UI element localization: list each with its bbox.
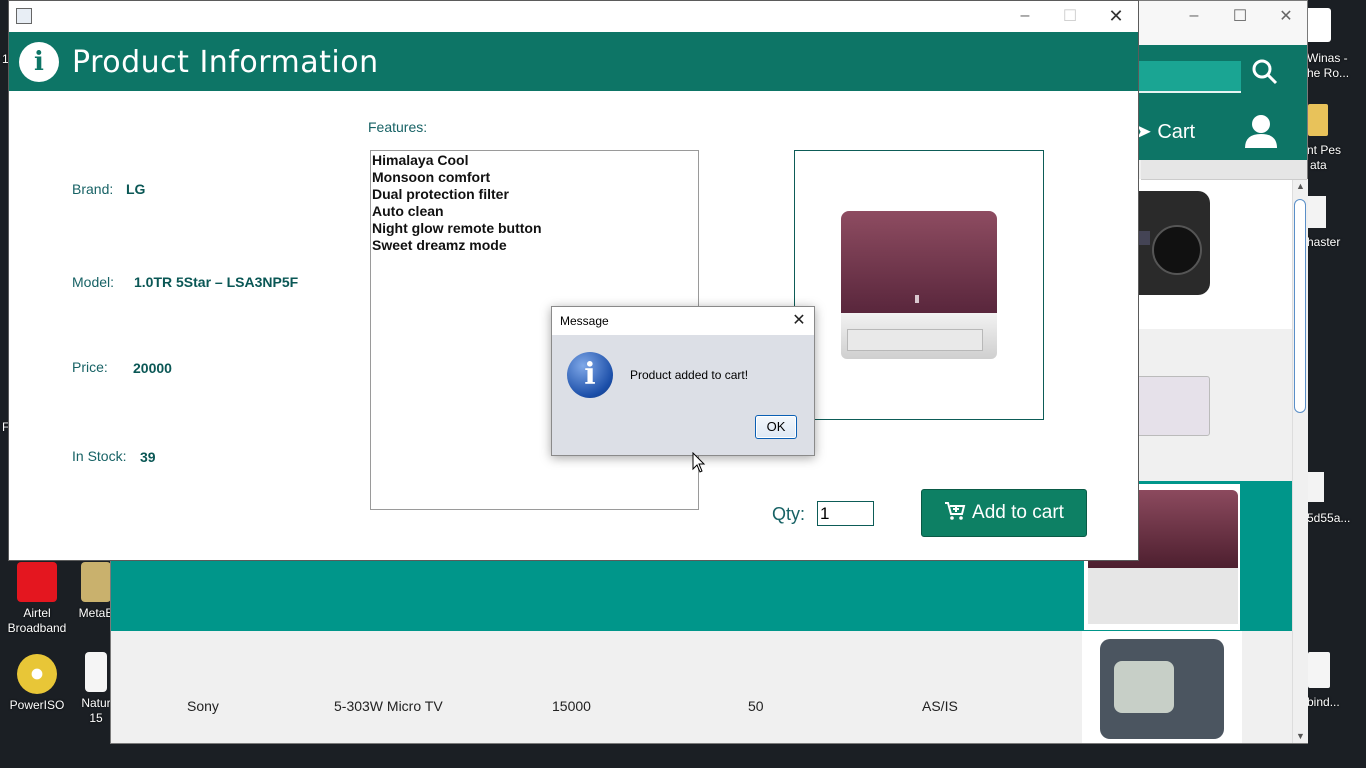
dialog-title: Message [560, 314, 609, 328]
java-icon[interactable] [1308, 652, 1330, 688]
list-header-strip [1141, 160, 1307, 180]
scroll-thumb[interactable] [1294, 199, 1306, 413]
stock-label: In Stock: [72, 448, 127, 464]
info-icon: i [19, 42, 59, 82]
airtel-icon [17, 562, 57, 602]
desktop-label-winas: Winas - [1307, 51, 1348, 65]
shortcut-icon [85, 652, 107, 692]
qty-label: Qty: [772, 504, 806, 524]
file-icon[interactable] [1308, 472, 1324, 502]
desktop-label-master: haster [1307, 235, 1341, 249]
desktop-label-ata: ata [1310, 158, 1327, 172]
dialog-body: i Product added to cart! OK [552, 335, 814, 455]
desktop-icon-airtel[interactable]: Airtel Broadband [5, 562, 69, 636]
scrollbar[interactable]: ▲ ▼ [1292, 179, 1308, 743]
add-to-cart-label: Add to cart [972, 502, 1064, 523]
feature-item: Himalaya Cool [372, 152, 469, 168]
table-row[interactable]: Sony 5-303W Micro TV 15000 50 AS/IS [111, 631, 1292, 743]
feature-item: Sweet dreamz mode [372, 237, 507, 253]
desktop-label-hero: he Ro... [1307, 66, 1350, 80]
brand-value: LG [126, 181, 146, 197]
close-button[interactable]: ✕ [1263, 1, 1309, 31]
scroll-up-arrow[interactable]: ▲ [1296, 181, 1305, 191]
feature-item: Auto clean [372, 203, 444, 219]
feature-item: Night glow remote button [372, 220, 542, 236]
mouse-cursor [692, 451, 706, 474]
minimize-button[interactable]: – [1002, 1, 1048, 31]
scroll-down-arrow[interactable]: ▼ [1296, 731, 1305, 741]
user-icon[interactable] [1244, 113, 1278, 149]
message-dialog: Message ✕ i Product added to cart! OK [551, 306, 815, 456]
folder-icon[interactable] [1308, 104, 1328, 136]
dialog-message: Product added to cart! [630, 368, 749, 382]
list-item[interactable] [1242, 179, 1292, 329]
close-button[interactable]: ✕ [1093, 1, 1139, 31]
maximize-button[interactable]: ☐ [1047, 1, 1093, 31]
add-to-cart-button[interactable]: Add to cart [921, 489, 1087, 537]
product-window-titlebar: – ☐ ✕ [9, 1, 1138, 31]
minimize-button[interactable]: – [1171, 1, 1217, 31]
desktop-label-pes: nt Pes [1307, 143, 1342, 157]
java-app-icon [16, 8, 32, 24]
product-image-frame [794, 150, 1044, 420]
air-conditioner-image [841, 211, 997, 361]
cell-stock: 50 [748, 698, 764, 714]
desktop-icon-label: PowerISO [9, 698, 65, 712]
product-window-header: i Product Information [9, 32, 1138, 91]
cell-brand: Sony [187, 698, 219, 714]
price-value: 20000 [133, 360, 172, 376]
page-title: Product Information [72, 45, 379, 80]
search-icon[interactable] [1251, 58, 1279, 86]
cell-model: 5-303W Micro TV [334, 698, 443, 714]
tv-thumbnail [1082, 631, 1242, 743]
cell-price: 15000 [552, 698, 591, 714]
stock-value: 39 [140, 449, 156, 465]
cart-plus-icon [944, 501, 966, 526]
features-label: Features: [368, 119, 428, 135]
qty-input[interactable] [817, 501, 874, 526]
model-label: Model: [72, 274, 115, 290]
price-label: Price: [72, 359, 108, 375]
ok-button[interactable]: OK [755, 415, 797, 439]
desktop-label-bind: bind... [1307, 695, 1340, 709]
model-value: 1.0TR 5Star – LSA3NP5F [134, 274, 299, 290]
desktop-icon-label: Airtel Broadband [7, 606, 67, 635]
shortcut-icon [81, 562, 111, 602]
feature-item: Monsoon comfort [372, 169, 491, 185]
dialog-titlebar: Message ✕ [552, 307, 814, 335]
desktop-label-5d55a: 5d55a... [1307, 511, 1351, 525]
poweriso-icon [17, 654, 57, 694]
product-info-window: – ☐ ✕ i Product Information Brand: LG Mo… [8, 0, 1139, 561]
maximize-button[interactable]: ☐ [1217, 1, 1263, 31]
dialog-close-button[interactable]: ✕ [788, 310, 810, 332]
brand-label: Brand: [72, 181, 114, 197]
file-icon[interactable] [1308, 196, 1326, 228]
cell-condition: AS/IS [922, 698, 958, 714]
desktop-icon-poweriso[interactable]: PowerISO [5, 654, 69, 713]
feature-item: Dual protection filter [372, 186, 509, 202]
cart-label: Cart [1157, 121, 1196, 143]
info-icon: i [567, 352, 613, 398]
cart-link[interactable]: ➤ Cart [1135, 119, 1195, 144]
